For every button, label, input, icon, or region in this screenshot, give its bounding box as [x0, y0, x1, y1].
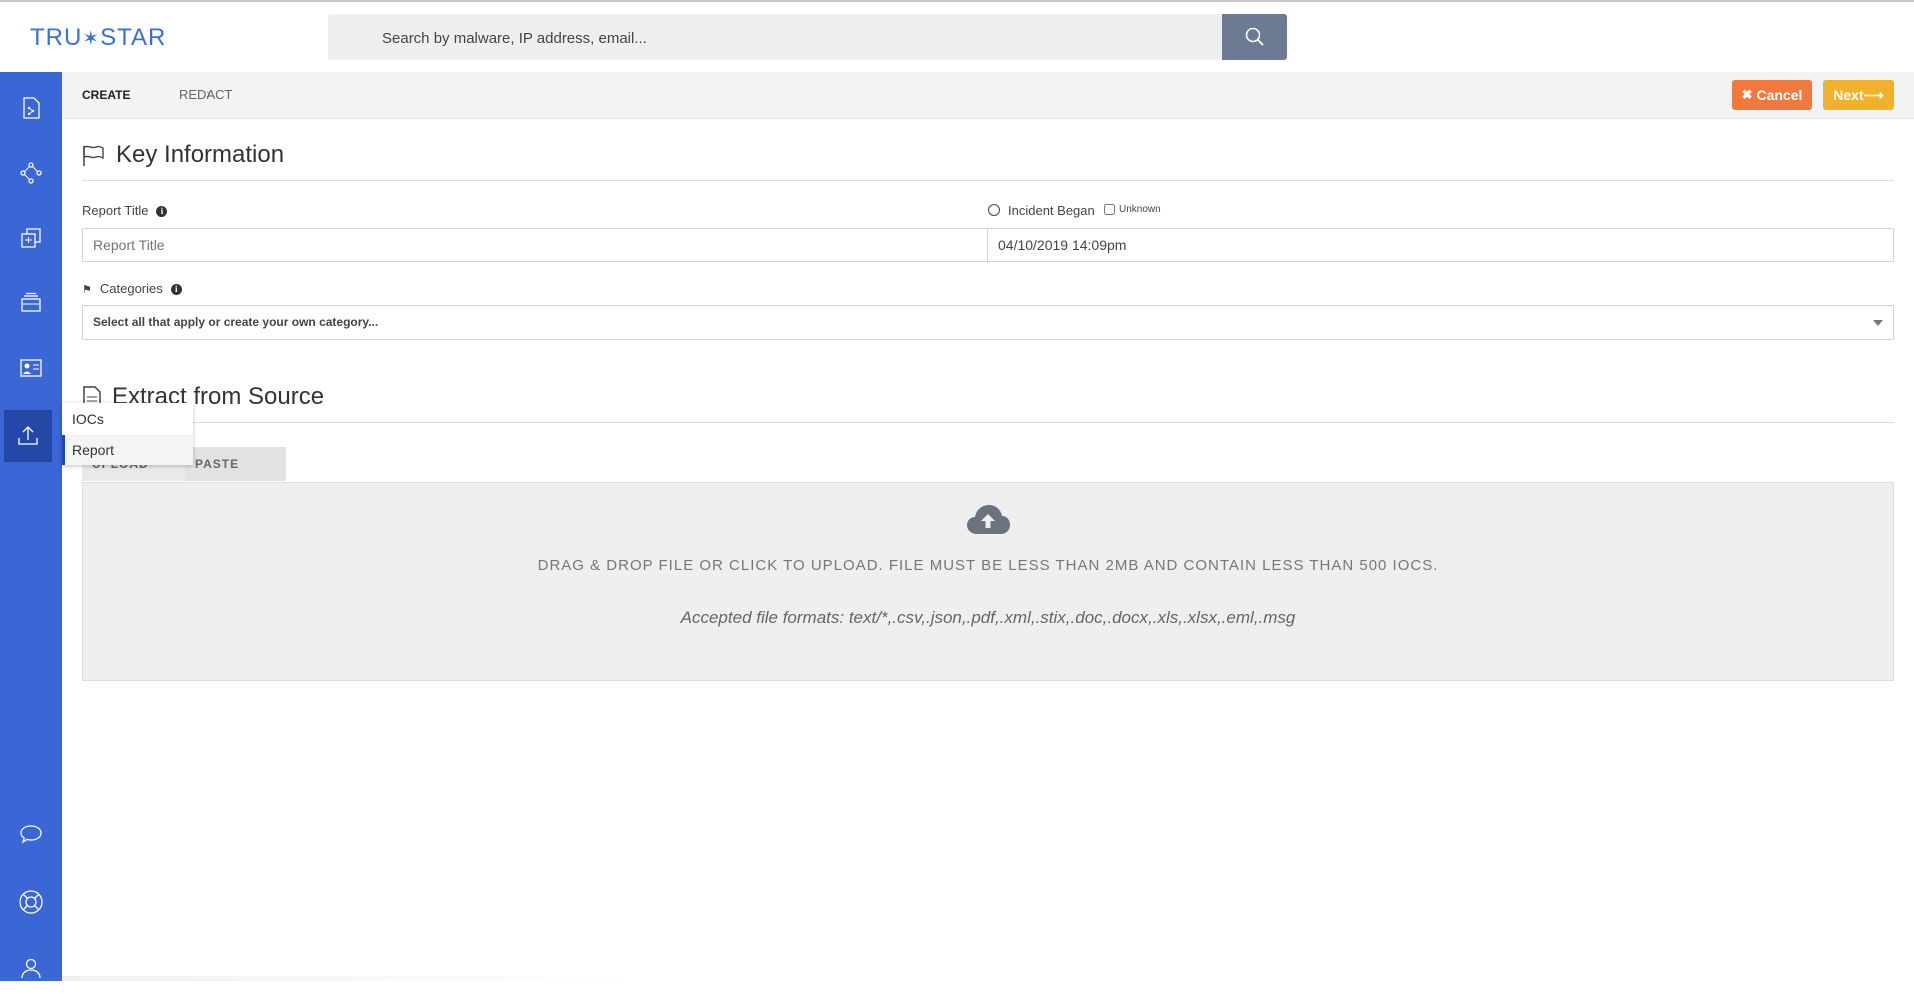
archive-icon: [21, 292, 41, 312]
enclaves-icon: [21, 228, 41, 248]
bottom-shadow: [62, 976, 642, 981]
sidebar-item-reports[interactable]: [0, 82, 62, 134]
indicators-icon: [20, 359, 42, 377]
header: TRU✶STAR: [0, 2, 1914, 72]
sidebar-item-graph[interactable]: [0, 147, 62, 199]
next-button[interactable]: Next⟶: [1823, 80, 1894, 110]
unknown-checkbox-wrapper[interactable]: Unknown: [1104, 204, 1161, 215]
categories-select[interactable]: Select all that apply or create your own…: [82, 305, 1894, 340]
search-button[interactable]: [1222, 14, 1287, 60]
divider: [82, 180, 1894, 181]
reports-icon: [23, 97, 40, 119]
incident-began-label: Incident Began: [988, 203, 1095, 218]
accepted-formats: Accepted file formats: text/*,.csv,.json…: [680, 608, 1296, 627]
report-title-input[interactable]: [82, 228, 988, 262]
sidebar-item-indicators[interactable]: [0, 342, 62, 394]
info-icon[interactable]: i: [170, 284, 182, 295]
clock-icon: [988, 204, 1000, 216]
user-icon: [21, 958, 41, 979]
flag-icon: [83, 145, 104, 166]
sidebar-item-upload[interactable]: [4, 410, 52, 462]
search-input[interactable]: [380, 14, 1184, 62]
sidebar-item-chat[interactable]: [0, 808, 62, 860]
info-icon[interactable]: i: [156, 206, 168, 217]
incident-date-field[interactable]: 04/10/2019 14:09pm: [987, 228, 1894, 262]
sidebar-item-enclaves[interactable]: [0, 212, 62, 264]
search-icon: [1245, 27, 1264, 46]
chevron-down-icon: [1873, 320, 1883, 326]
dropzone-instructions: DRAG & DROP FILE OR CLICK TO UPLOAD. FIL…: [537, 557, 1439, 574]
breadcrumb-redact[interactable]: REDACT: [179, 87, 232, 102]
close-icon: ✖: [1741, 87, 1753, 102]
tab-paste-text[interactable]: PASTE TEXT: [185, 447, 286, 505]
report-title-label: Report Title i: [82, 203, 168, 218]
sidebar-item-help[interactable]: [0, 876, 62, 928]
graph-icon: [20, 162, 42, 184]
help-icon: [19, 890, 43, 914]
cloud-upload-icon: [967, 505, 1010, 534]
categories-label: ⚑ Categories i: [82, 281, 182, 296]
logo[interactable]: TRU✶STAR: [30, 24, 166, 52]
key-information-title: Key Information: [116, 141, 285, 168]
upload-icon: [18, 426, 38, 445]
search-box: [328, 14, 1222, 62]
upload-flyout-menu: IOCs Report: [62, 403, 193, 465]
cancel-button[interactable]: ✖ Cancel: [1732, 80, 1812, 110]
divider: [82, 422, 1894, 423]
file-dropzone[interactable]: DRAG & DROP FILE OR CLICK TO UPLOAD. FIL…: [82, 482, 1894, 681]
sidebar: [0, 72, 62, 981]
sidebar-item-archive[interactable]: [0, 277, 62, 329]
sidebar-item-user[interactable]: [0, 942, 62, 994]
tags-icon: ⚑: [82, 284, 92, 296]
chat-icon: [20, 825, 42, 844]
unknown-checkbox[interactable]: [1104, 204, 1115, 215]
breadcrumb-create[interactable]: CREATE: [82, 88, 130, 102]
menu-item-report[interactable]: Report: [62, 435, 193, 465]
menu-item-iocs[interactable]: IOCs: [62, 404, 193, 434]
breadcrumb: CREATE › REDACT: [62, 72, 1914, 119]
